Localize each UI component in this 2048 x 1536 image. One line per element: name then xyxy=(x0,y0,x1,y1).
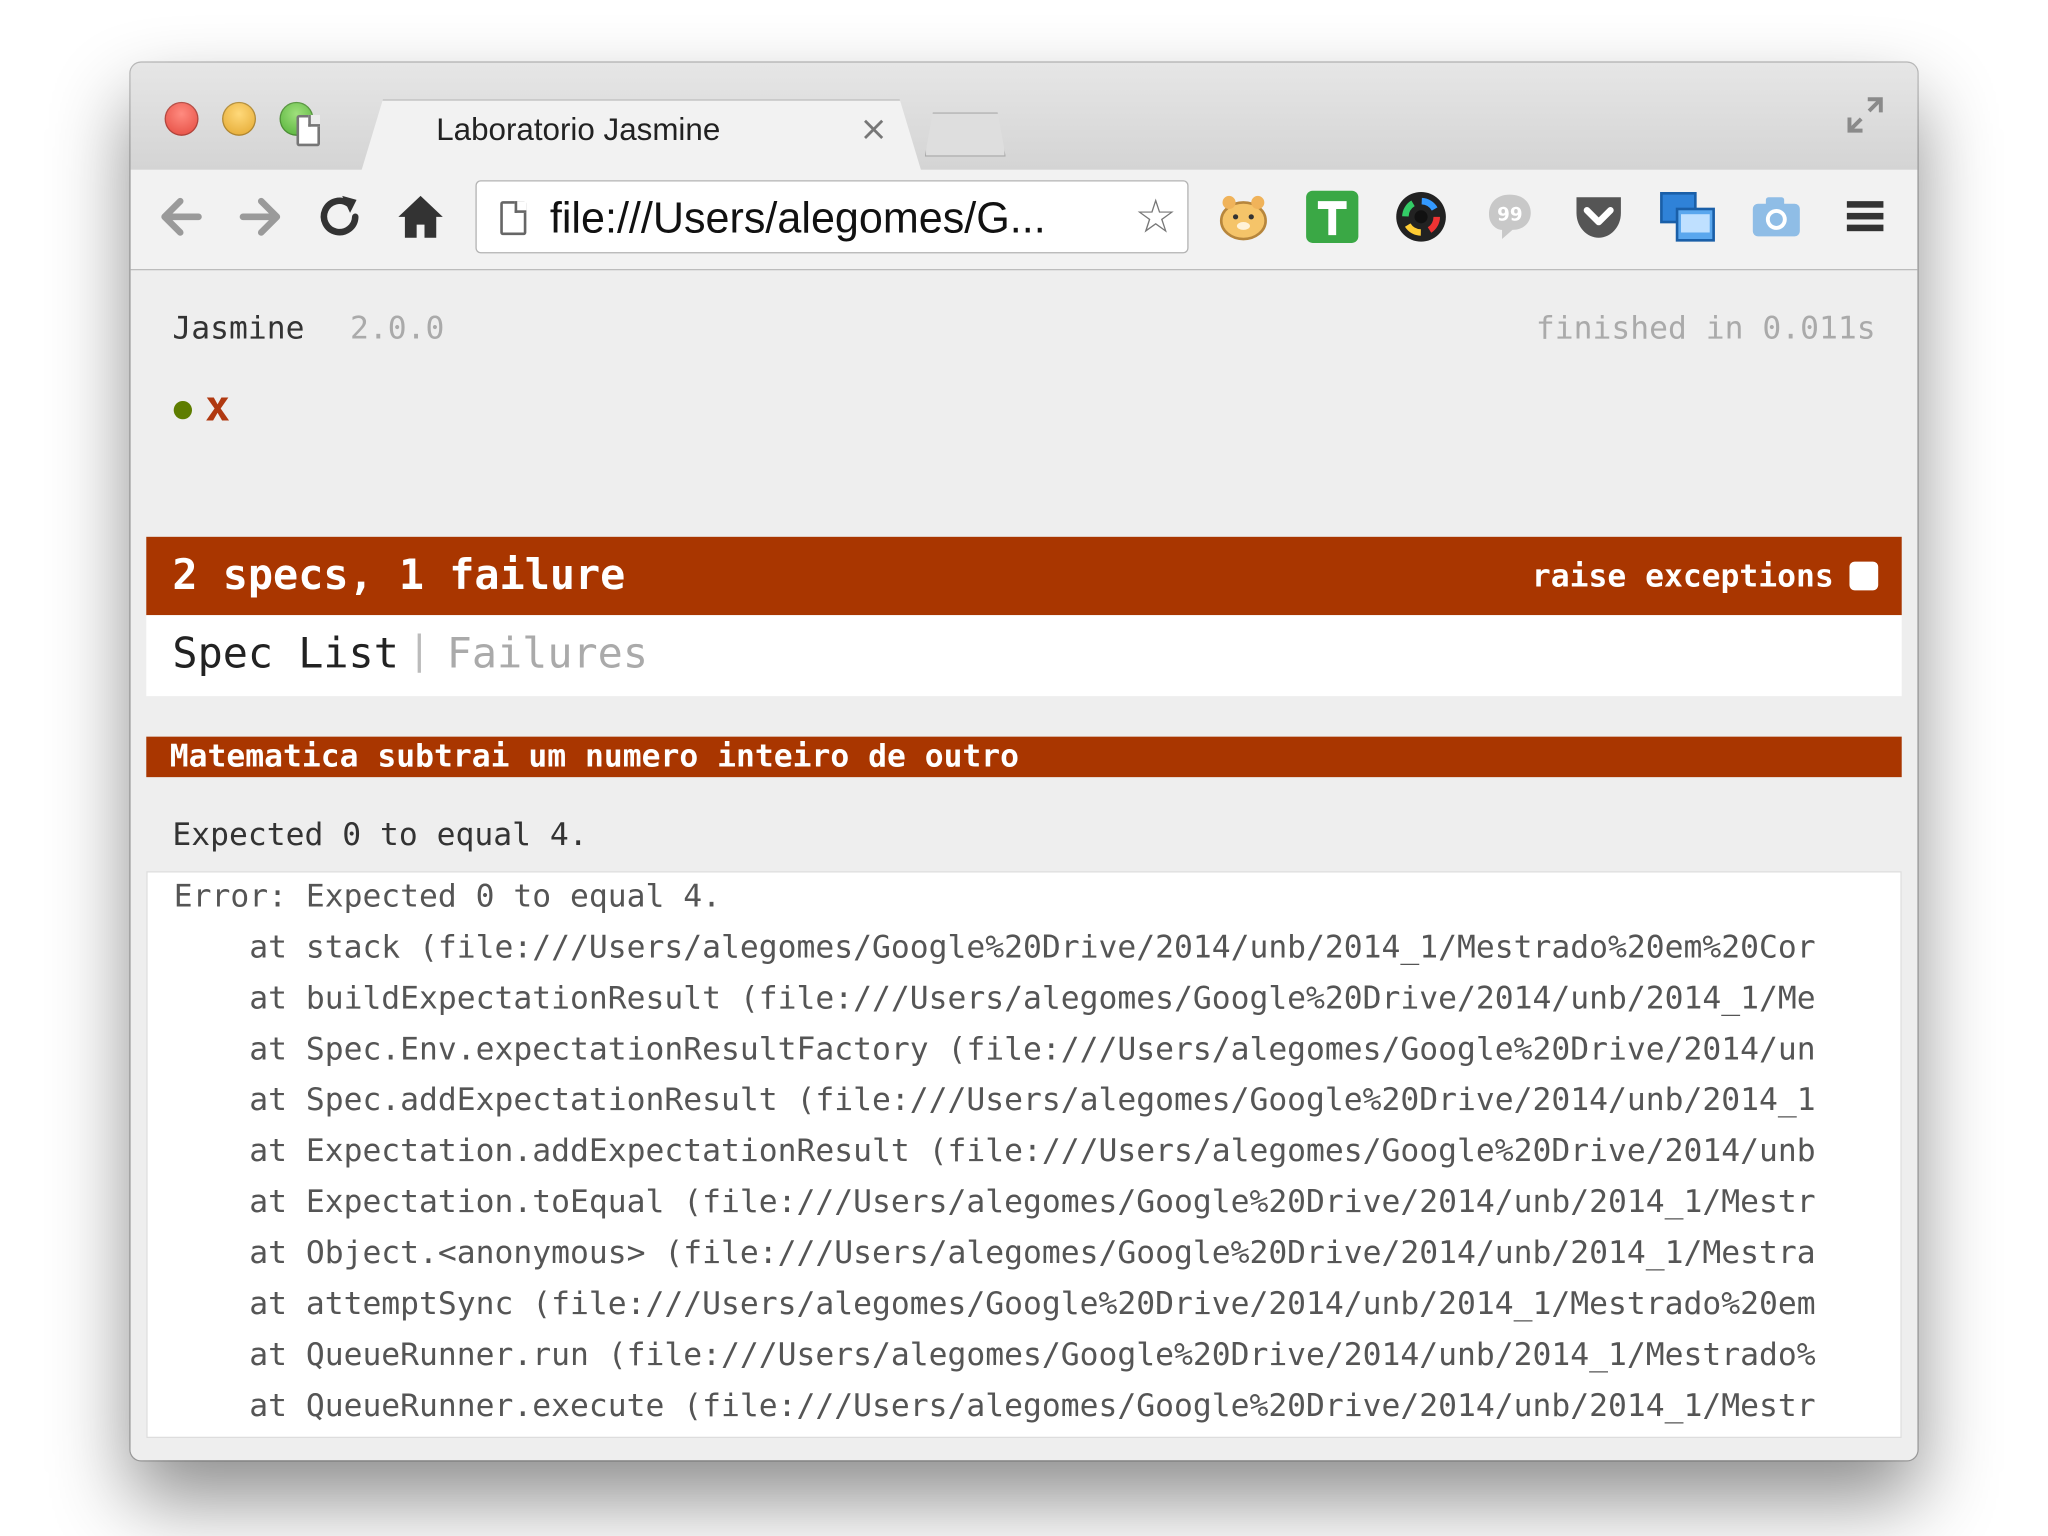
raise-exceptions-checkbox[interactable] xyxy=(1849,561,1879,591)
screenshot-stage: Laboratorio Jasmine × file:///Users/aleg… xyxy=(0,0,2048,1536)
new-tab-button[interactable] xyxy=(924,112,1006,157)
color-wheel-extension-icon[interactable] xyxy=(1392,188,1449,245)
spec-passed-dot[interactable] xyxy=(173,400,192,420)
spec-list-link[interactable]: Spec List xyxy=(172,628,398,678)
jasmine-reporter: Jasmine 2.0.0 finished in 0.011s x 2 spe… xyxy=(130,270,1918,1461)
close-tab-button[interactable]: × xyxy=(859,110,887,149)
hamster-extension-icon[interactable] xyxy=(1215,188,1272,245)
browser-window: Laboratorio Jasmine × file:///Users/aleg… xyxy=(130,62,1918,1461)
reload-icon[interactable] xyxy=(311,188,368,245)
screen-share-extension-icon[interactable] xyxy=(1659,188,1716,245)
results-menu: Spec List | Failures xyxy=(146,615,1902,697)
stack-line: at attemptSync (file:///Users/alegomes/G… xyxy=(173,1285,1816,1322)
forward-icon[interactable] xyxy=(232,188,289,245)
jasmine-version: 2.0.0 xyxy=(350,309,445,347)
stack-line: at Spec.Env.expectationResultFactory (fi… xyxy=(173,1030,1816,1068)
star-icon[interactable]: ☆ xyxy=(1135,191,1177,244)
menu-icon[interactable] xyxy=(1836,188,1893,245)
address-bar[interactable]: file:///Users/alegomes/G... ☆ xyxy=(475,180,1189,254)
spec-summary: 2 specs, 1 failure xyxy=(172,549,626,600)
failures-link[interactable]: Failures xyxy=(447,628,648,678)
url-text[interactable]: file:///Users/alegomes/G... xyxy=(550,193,1046,243)
summary-bar: 2 specs, 1 failure raise exceptions xyxy=(146,536,1902,616)
minimize-window-button[interactable] xyxy=(222,101,256,136)
spec-failed-symbol[interactable]: x xyxy=(205,381,230,431)
stack-line: at Object.<anonymous> (file:///Users/ale… xyxy=(173,1234,1816,1271)
tab-strip: Laboratorio Jasmine × xyxy=(130,62,1918,174)
stack-line: at Spec.addExpectationResult (file:///Us… xyxy=(173,1081,1816,1119)
back-icon[interactable] xyxy=(152,188,209,245)
raise-exceptions-label[interactable]: raise exceptions xyxy=(1532,558,1834,595)
page-icon xyxy=(500,201,527,236)
fullscreen-icon[interactable] xyxy=(1844,94,1886,136)
tab-title: Laboratorio Jasmine xyxy=(436,112,721,148)
browser-toolbar: file:///Users/alegomes/G... ☆ 99 xyxy=(130,169,1918,271)
stack-line: at QueueRunner.execute (file:///Users/al… xyxy=(173,1387,1816,1424)
stack-line: at QueueRunner.run (file:///Users/alegom… xyxy=(173,1336,1816,1373)
failed-spec-description[interactable]: Matematica subtrai um numero inteiro de … xyxy=(170,738,1019,775)
stack-line: at stack (file:///Users/alegomes/Google%… xyxy=(173,928,1816,966)
run-duration: finished in 0.011s xyxy=(1535,309,1876,347)
failed-spec-header: Matematica subtrai um numero inteiro de … xyxy=(146,736,1902,778)
pocket-extension-icon[interactable] xyxy=(1570,188,1627,245)
stack-trace: Error: Expected 0 to equal 4. at stack (… xyxy=(146,871,1902,1439)
camera-extension-icon[interactable] xyxy=(1748,188,1805,245)
stack-line: Error: Expected 0 to equal 4. xyxy=(173,877,722,915)
stack-line: at Expectation.toEqual (file:///Users/al… xyxy=(173,1183,1816,1220)
t-extension-icon[interactable] xyxy=(1304,188,1361,245)
home-icon[interactable] xyxy=(392,188,449,245)
close-window-button[interactable] xyxy=(164,101,199,136)
menu-separator: | xyxy=(407,628,432,674)
failure-message: Expected 0 to equal 4. xyxy=(172,816,588,853)
jasmine-title: Jasmine xyxy=(172,309,305,347)
stack-line: at buildExpectationResult (file:///Users… xyxy=(173,979,1816,1017)
svg-text:99: 99 xyxy=(1497,205,1522,226)
page-icon xyxy=(296,114,320,147)
stack-line: at Expectation.addExpectationResult (fil… xyxy=(173,1132,1816,1169)
quote-extension-icon[interactable]: 99 xyxy=(1481,188,1538,245)
